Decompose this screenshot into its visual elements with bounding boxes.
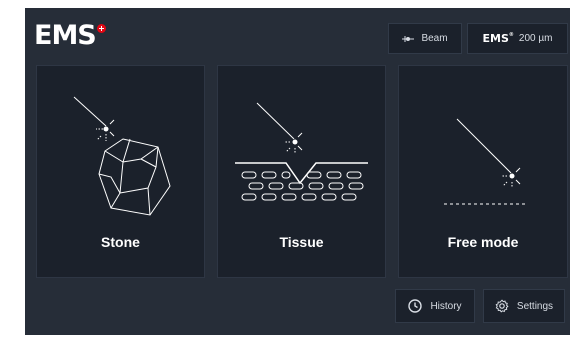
swiss-cross-icon [96, 23, 106, 33]
beam-icon [402, 35, 415, 42]
fiber-size: 200 µm [518, 33, 553, 44]
history-label: History [430, 300, 462, 312]
settings-button[interactable]: Settings [483, 289, 565, 323]
tissue-label: Tissue [279, 234, 324, 250]
app-screen: EMS Beam EMS® 200 µm Stone Tissue Free m… [25, 8, 570, 335]
fiber-button[interactable]: EMS® 200 µm [467, 23, 568, 54]
clock-icon [408, 299, 423, 313]
beam-button[interactable]: Beam [388, 23, 462, 54]
fiber-brand: EMS® [482, 32, 514, 45]
mode-card-tissue[interactable]: Tissue [217, 65, 386, 278]
ems-logo: EMS [34, 17, 106, 53]
mode-card-stone[interactable]: Stone [36, 65, 205, 278]
history-button[interactable]: History [395, 289, 475, 323]
stone-label: Stone [101, 234, 140, 250]
logo-text: EMS [34, 19, 97, 51]
mode-card-free[interactable]: Free mode [398, 65, 568, 278]
beam-label: Beam [421, 33, 448, 44]
free-mode-label: Free mode [447, 234, 519, 250]
gear-icon [495, 299, 509, 313]
settings-label: Settings [516, 300, 554, 312]
